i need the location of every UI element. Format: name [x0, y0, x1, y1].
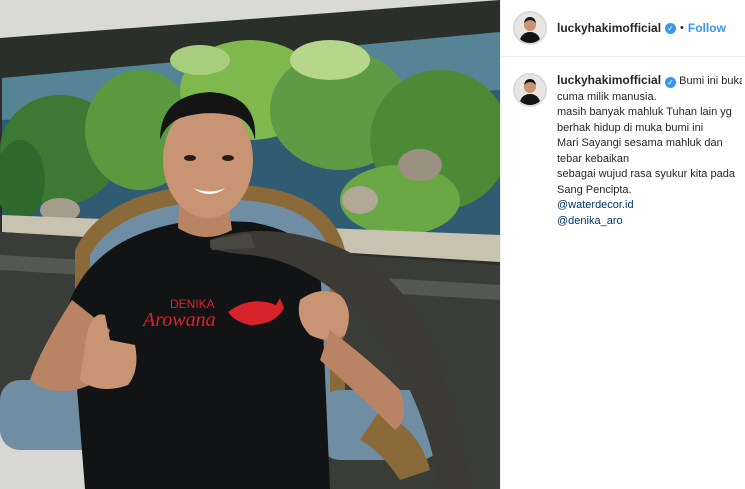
profile-picture-icon: [515, 75, 545, 105]
caption-text: luckyhakimofficial ✓ Bumi ini bukan cuma …: [557, 73, 742, 229]
caption-line: Mari Sayangi sesama mahluk dan: [557, 137, 723, 149]
aquarium-rock: [342, 186, 378, 214]
follow-button[interactable]: Follow: [688, 21, 726, 35]
caption-line: Bumi ini bukan: [679, 75, 742, 87]
caption-line: Sang Pencipta.: [557, 183, 632, 196]
avatar[interactable]: [513, 11, 547, 45]
mention-link-waterdecor[interactable]: @waterdecor.id: [557, 198, 742, 214]
caption-username[interactable]: luckyhakimofficial: [557, 73, 661, 87]
mention-link-denika[interactable]: @denika_aro: [557, 214, 742, 230]
caption-comment: luckyhakimofficial ✓ Bumi ini bukan cuma …: [501, 57, 745, 229]
profile-picture-icon: [515, 13, 545, 43]
avatar[interactable]: [513, 73, 547, 107]
caption-line: cuma milik manusia.: [557, 90, 657, 103]
verified-check-icon: ✓: [665, 77, 677, 88]
separator-dot: •: [680, 22, 684, 34]
verified-check-icon: ✓: [665, 22, 677, 34]
aquarium-rock: [398, 149, 442, 181]
post-side-panel: luckyhakimofficial ✓ • Follow luckyhakim…: [500, 0, 745, 489]
post-header: luckyhakimofficial ✓ • Follow: [501, 0, 745, 57]
shirt-logo-main: Arowana: [141, 309, 216, 331]
header-username[interactable]: luckyhakimofficial: [557, 21, 661, 35]
caption-line: berhak hidup di muka bumi ini: [557, 121, 704, 134]
caption-line: sebagai wujud rasa syukur kita pada: [557, 168, 735, 180]
post-photo[interactable]: DENIKA Arowana: [0, 0, 500, 489]
caption-line: masih banyak mahluk Tuhan lain yg: [557, 106, 732, 118]
caption-line: tebar kebaikan: [557, 152, 630, 165]
aquarium-scene: DENIKA Arowana: [0, 0, 500, 489]
